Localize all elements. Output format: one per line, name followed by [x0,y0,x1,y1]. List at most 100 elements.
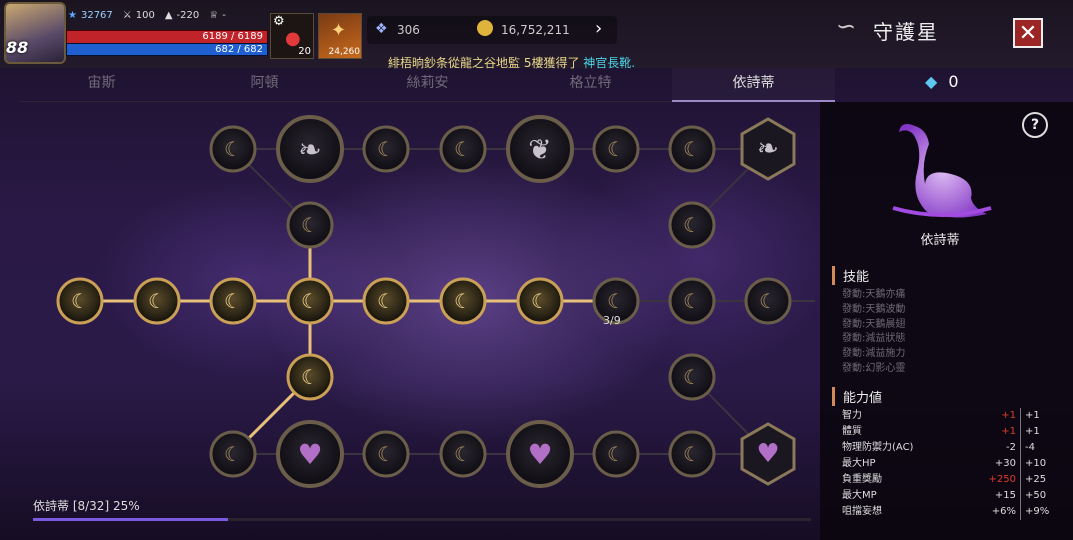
potion-slot[interactable]: ⚙ ● 20 [270,13,314,59]
stat-label: 最大MP [842,490,877,501]
moon-icon: ☾ [683,365,701,389]
stat-row: 最大HP +30 +10 [842,456,1055,472]
gold-icon [477,20,493,36]
star-node[interactable]: ☾ [592,125,640,173]
stat-a-value: 100 [135,10,155,21]
star-node-major[interactable]: ❧ [276,115,344,183]
star-node[interactable]: ☾ [592,430,640,478]
page-title: 守護星 [873,20,939,44]
stat-current: +1 [964,424,1021,440]
star-node[interactable]: ☾ [668,353,716,401]
star-node[interactable]: ☾ [133,277,181,325]
chevron-right-icon[interactable]: › [595,18,602,39]
star-node[interactable]: ☾ [362,277,410,325]
star-node[interactable]: ☾ [668,430,716,478]
stat-row: 咀擋妄想 +6% +9% [842,504,1055,520]
stat-next: +1 [1025,426,1040,437]
stat-label: 最大HP [842,458,876,469]
item-count: 24,260 [328,47,361,57]
moon-icon: ☾ [301,213,319,237]
node-counter: 3/9 [603,314,621,327]
guardian-star-icon: ∽ [836,12,857,40]
heart-icon: ♥ [297,438,322,471]
stat-label: 物理防禦力(AC) [842,442,914,453]
moon-icon: ☾ [454,289,472,313]
player-stats: ★ 32767 ⚔ 100 ▲ -220 ♕ - [68,10,226,21]
star-node[interactable]: ☾ [209,125,257,173]
constellation-name: 依詩蒂 [920,233,960,248]
star-node-hex[interactable]: ❧ [740,117,796,181]
tab-aton[interactable]: 阿頓 [183,68,346,102]
moon-icon: ☾ [377,442,395,466]
star-node-major[interactable]: ♥ [276,420,344,488]
stat-next: +50 [1025,490,1047,501]
moon-icon: ☾ [377,289,395,313]
skill-item: 發動:幻影心靈 [842,362,906,374]
star-node[interactable]: ☾ [668,201,716,249]
constellation-tree: ☾ ❧ ☾ ☾ ❦ ☾ ☾ ❧ ☾ ☾ ☾ ☾ ☾ ☾ ☾ ☾ ☾ ☾ ☾ ☾ ☾ ☾ ☾ ♥ ☾ ☾ ♥ ☾ ☾ ♥ [56,115,815,488]
star-node-major[interactable]: ❦ [506,115,574,183]
tab-silian[interactable]: 絲莉安 [346,68,509,102]
stat-current: +6% [964,504,1021,520]
hp-text: 6189 / 6189 [202,31,263,42]
moon-icon: ☾ [148,289,166,313]
star-node[interactable]: ☾ [286,353,334,401]
moon-icon: ☾ [454,137,472,161]
star-node[interactable]: ☾ [286,277,334,325]
power-icon: ★ [68,10,77,21]
tab-zeus[interactable]: 宙斯 [20,68,183,102]
gold-value: 16,752,211 [501,23,570,37]
moon-icon: ☾ [683,442,701,466]
gear-icon: ⚙ [273,14,285,29]
star-node[interactable]: ☾ [209,430,257,478]
scroll-icon: ✦ [331,20,347,41]
moon-icon: ☾ [224,442,242,466]
moon-icon: ☾ [607,442,625,466]
star-node[interactable]: ☾ [56,277,104,325]
star-node[interactable]: ☾ [439,277,487,325]
potion-count: 20 [298,46,311,57]
stat-current: +250 [964,472,1021,488]
star-node[interactable]: ☾ [668,125,716,173]
star-node[interactable]: ☾ [668,277,716,325]
stat-current: +1 [964,408,1021,424]
item-slot[interactable]: ✦ 24,260 [318,13,362,59]
help-button[interactable]: ? [1022,112,1048,138]
star-node[interactable]: ☾ [439,430,487,478]
star-node-hex[interactable]: ♥ [740,422,796,486]
star-node[interactable]: ☾ [286,201,334,249]
stat-current: -2 [964,440,1021,456]
skill-item: 發動:天鵝晨翅 [842,318,906,330]
star-node[interactable]: ☾ [362,125,410,173]
skill-item: 發動:減益狀態 [842,333,906,345]
stat-label: 咀擋妄想 [842,506,882,517]
moon-icon: ☾ [224,137,242,161]
moon-icon: ☾ [759,289,777,313]
moon-icon: ☾ [71,289,89,313]
stat-row: 體質 +1 +1 [842,424,1055,440]
close-button[interactable]: ✕ [1013,18,1043,48]
stat-current: +30 [964,456,1021,472]
stat-next: +9% [1025,506,1050,517]
skill-list: 發動:天鵝亦痛 發動:天鵝波動 發動:天鵝晨翅 發動:減益狀態 發動:減益施力 … [842,288,905,377]
stat-label: 智力 [842,410,862,421]
progress-label: 依詩蒂 [8/32] 25% [33,499,140,513]
abilities-heading: 能力値 [832,387,882,406]
ability-stats: 智力 +1 +1 體質 +1 +1 物理防禦力(AC) -2 -4 最大HP +30 +10 負… [842,408,1055,520]
star-node[interactable]: ☾ [362,430,410,478]
star-node[interactable]: ☾ [209,277,257,325]
moon-icon: ☾ [607,289,625,313]
tab-yishidi[interactable]: 依詩蒂 [672,68,835,102]
skill-item: 發動:天鵝波動 [842,303,906,315]
star-node[interactable]: ☾ [744,277,792,325]
swan-emblem-icon [892,124,992,218]
tab-glitter[interactable]: 格立特 [509,68,672,102]
star-node[interactable]: ☾ [439,125,487,173]
star-node[interactable]: ☾ [516,277,564,325]
moon-icon: ☾ [683,137,701,161]
star-node-major[interactable]: ♥ [506,420,574,488]
progress-fill [33,518,228,521]
moon-icon: ☾ [454,442,472,466]
moon-icon: ☾ [377,137,395,161]
moon-icon: ☾ [224,289,242,313]
